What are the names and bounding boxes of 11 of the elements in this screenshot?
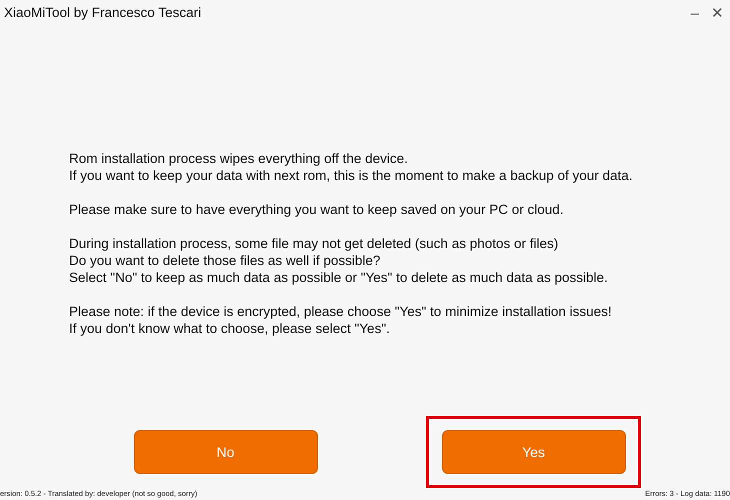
message-text: Please note: if the device is encrypted, please choose "Yes" to minimize installation issues! (69, 303, 612, 320)
message-text: If you want to keep your data with next rom, this is the moment to make a backup of your data. (69, 167, 633, 184)
minimize-button[interactable]: – (688, 6, 701, 20)
message-text: During installation process, some file may not get deleted (such as photos or files) (69, 235, 558, 252)
message-text: If you don't know what to choose, please select "Yes". (69, 320, 390, 337)
message-text: Please make sure to have everything you want to keep saved on your PC or cloud. (69, 201, 564, 218)
message-text: Rom installation process wipes everything off the device. (69, 150, 408, 167)
message-text: Select "No" to keep as much data as possible or "Yes" to delete as much data as possible. (69, 269, 608, 286)
window-title: XiaoMiTool by Francesco Tescari (4, 4, 202, 22)
message-text: Do you want to delete those files as well if possible? (69, 252, 380, 269)
close-button[interactable]: ✕ (709, 6, 726, 20)
